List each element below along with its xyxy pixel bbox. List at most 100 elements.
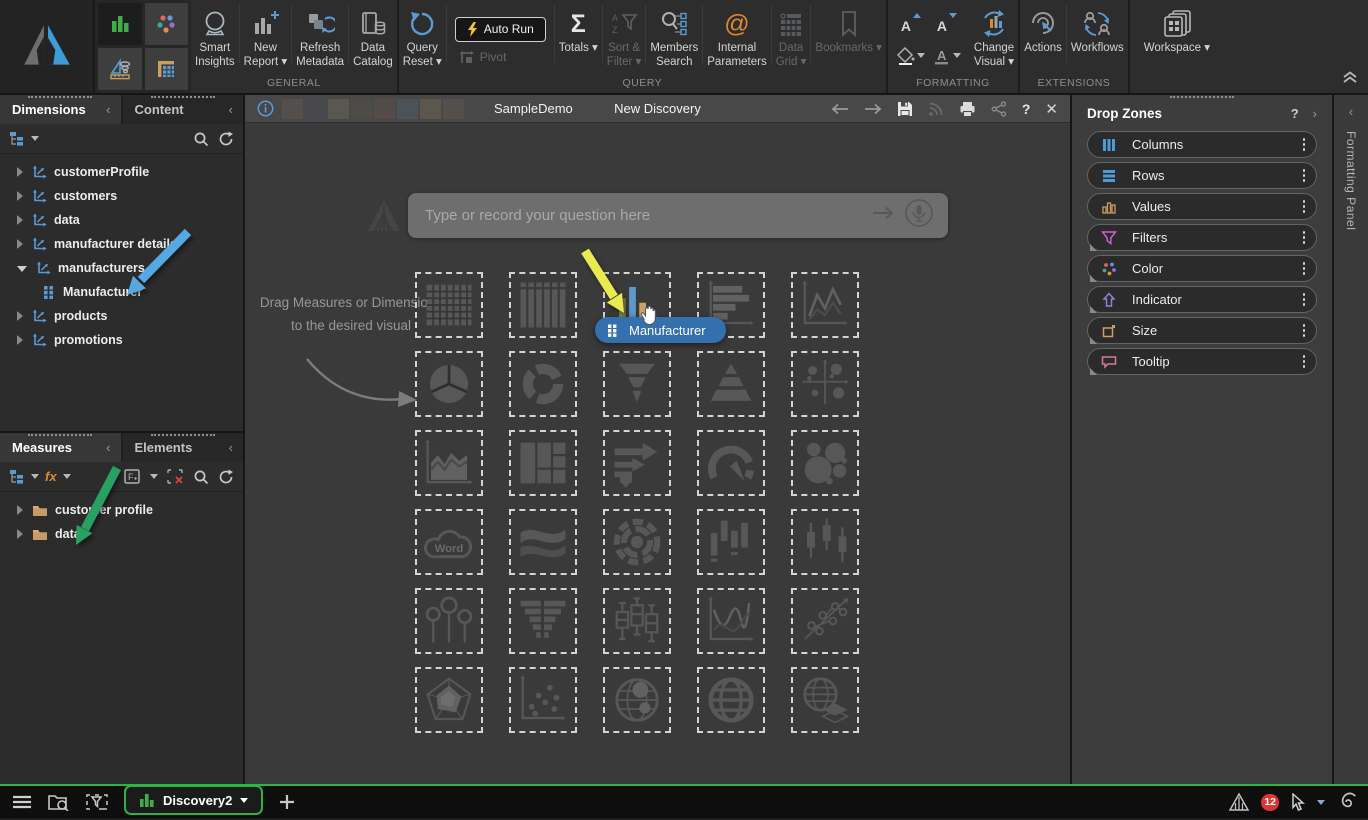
menu-icon[interactable] xyxy=(12,795,32,809)
app-logo[interactable] xyxy=(0,0,95,93)
visual-tile-stream[interactable] xyxy=(509,509,577,575)
close-icon[interactable]: ✕ xyxy=(1045,100,1058,118)
members-search-button[interactable]: Members Search xyxy=(646,4,702,77)
dropdown-caret-icon[interactable] xyxy=(150,474,158,479)
visual-tile-area[interactable] xyxy=(415,430,483,496)
visual-tile-bubble-map[interactable] xyxy=(603,667,671,733)
live-feed-icon[interactable] xyxy=(928,101,944,117)
visual-tile-point-links[interactable] xyxy=(791,588,859,654)
workspace-button[interactable]: Workspace ▾ xyxy=(1130,4,1224,77)
visual-tile-globe-map[interactable] xyxy=(697,667,765,733)
print-icon[interactable] xyxy=(959,101,976,117)
panel-grip[interactable] xyxy=(151,434,215,436)
totals-button[interactable]: Σ Totals ▾ xyxy=(555,4,602,77)
tree-item-manufacturer-details[interactable]: manufacturer details xyxy=(0,232,243,256)
tab-content[interactable]: Content‹ xyxy=(123,95,244,124)
tree-item-customer-profile[interactable]: customer profile xyxy=(0,498,243,522)
visual-tile-funnel[interactable] xyxy=(603,351,671,417)
visual-tile-floating-bars[interactable] xyxy=(697,509,765,575)
submit-question-icon[interactable] xyxy=(872,206,894,225)
bookmarks-button[interactable]: Bookmarks ▾ xyxy=(811,4,885,77)
tree-item-customerprofile[interactable]: customerProfile xyxy=(0,160,243,184)
dropdown-caret-icon[interactable] xyxy=(1317,800,1325,805)
panel-grip[interactable] xyxy=(151,96,215,98)
shrink-font-button[interactable]: A xyxy=(932,13,962,39)
pyramid-status-icon[interactable] xyxy=(1228,792,1250,812)
help-icon[interactable]: ? xyxy=(1022,101,1031,117)
visual-tile-quadrant[interactable] xyxy=(791,351,859,417)
visual-tile-lollipop[interactable] xyxy=(415,588,483,654)
format-box-icon[interactable]: F xyxy=(124,469,141,484)
collapse-chevron-icon[interactable]: ‹ xyxy=(229,102,233,117)
clear-selection-icon[interactable] xyxy=(167,469,184,484)
mode-tab-model[interactable] xyxy=(145,48,189,90)
panel-grip[interactable] xyxy=(1170,96,1234,98)
tree-view-icon[interactable] xyxy=(9,131,25,146)
tree-item-data[interactable]: data xyxy=(0,208,243,232)
collapse-arrow-icon[interactable] xyxy=(17,266,27,272)
visual-tile-pie[interactable] xyxy=(415,351,483,417)
tree-item-manufacturers[interactable]: manufacturers xyxy=(0,256,243,280)
drop-zone-filters[interactable]: Filters xyxy=(1087,224,1317,251)
grow-font-button[interactable]: A xyxy=(896,13,926,39)
expand-arrow-icon[interactable] xyxy=(17,167,23,177)
interactions-icon[interactable] xyxy=(86,793,108,811)
notification-badge[interactable]: 12 xyxy=(1261,794,1279,811)
collapse-chevron-icon[interactable]: › xyxy=(1313,106,1317,121)
tree-item-products[interactable]: products xyxy=(0,304,243,328)
visual-tile-boxplot[interactable] xyxy=(603,588,671,654)
dropdown-caret-icon[interactable] xyxy=(31,474,39,479)
smart-insights-button[interactable]: Smart Insights xyxy=(191,4,239,77)
tree-item-manufacturer[interactable]: Manufacturer xyxy=(0,280,243,304)
internal-parameters-button[interactable]: @ Internal Parameters xyxy=(703,4,770,77)
share-icon[interactable] xyxy=(991,101,1007,117)
visual-tile-word-cloud[interactable]: Word xyxy=(415,509,483,575)
dropdown-caret-icon[interactable] xyxy=(31,136,39,141)
data-catalog-button[interactable]: Data Catalog xyxy=(349,4,397,77)
expand-arrow-icon[interactable] xyxy=(17,239,23,249)
drop-zone-size[interactable]: Size xyxy=(1087,317,1317,344)
forward-icon[interactable] xyxy=(864,103,882,115)
save-icon[interactable] xyxy=(897,101,913,117)
search-icon[interactable] xyxy=(193,469,209,485)
kebab-menu-icon[interactable] xyxy=(1303,231,1306,244)
expand-arrow-icon[interactable] xyxy=(17,335,23,345)
new-report-button[interactable]: New Report ▾ xyxy=(240,4,291,77)
mode-tab-illustrate[interactable] xyxy=(145,3,189,45)
workflows-button[interactable]: Workflows xyxy=(1067,4,1128,77)
refresh-metadata-button[interactable]: Refresh Metadata xyxy=(292,4,348,77)
visual-tile-flow-arrows[interactable] xyxy=(603,430,671,496)
collapse-chevron-icon[interactable]: ‹ xyxy=(229,440,233,455)
back-icon[interactable] xyxy=(831,103,849,115)
mode-tab-formulate[interactable] xyxy=(98,48,142,90)
drop-zone-indicator[interactable]: Indicator xyxy=(1087,286,1317,313)
tree-view-icon[interactable] xyxy=(9,469,25,484)
tab-dimensions[interactable]: Dimensions‹ xyxy=(0,95,121,124)
expand-arrow-icon[interactable] xyxy=(17,529,23,539)
visual-tile-scatter[interactable] xyxy=(509,667,577,733)
tree-item-customers[interactable]: customers xyxy=(0,184,243,208)
tree-item-promotions[interactable]: promotions xyxy=(0,328,243,352)
kebab-menu-icon[interactable] xyxy=(1303,262,1306,275)
visual-tile-line-chart[interactable] xyxy=(791,272,859,338)
content-explorer-icon[interactable] xyxy=(48,793,70,811)
visual-tile-layered-map[interactable] xyxy=(791,667,859,733)
visual-tile-gauge[interactable] xyxy=(697,430,765,496)
kebab-menu-icon[interactable] xyxy=(1303,200,1306,213)
panel-grip[interactable] xyxy=(28,434,92,436)
refresh-icon[interactable] xyxy=(218,131,234,147)
pivot-button[interactable]: Pivot xyxy=(455,50,546,65)
expand-arrow-icon[interactable] xyxy=(17,311,23,321)
collapse-ribbon-button[interactable] xyxy=(1342,71,1358,89)
visual-tile-tornado[interactable] xyxy=(509,588,577,654)
drop-zone-rows[interactable]: Rows xyxy=(1087,162,1317,189)
drop-zone-columns[interactable]: Columns xyxy=(1087,131,1317,158)
microphone-icon[interactable] xyxy=(904,198,934,233)
mode-tab-discover[interactable] xyxy=(98,3,142,45)
auto-run-button[interactable]: Auto Run xyxy=(455,17,546,42)
visual-tile-treemap[interactable] xyxy=(509,430,577,496)
expand-chevron-icon[interactable]: ‹ xyxy=(1349,104,1353,119)
kebab-menu-icon[interactable] xyxy=(1303,293,1306,306)
visual-tile-candlestick[interactable] xyxy=(791,509,859,575)
visual-tile-spline[interactable] xyxy=(697,588,765,654)
